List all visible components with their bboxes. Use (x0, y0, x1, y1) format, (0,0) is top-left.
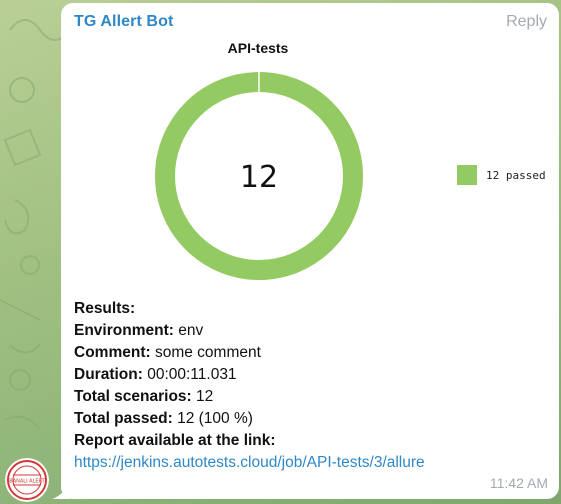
donut-chart: 12 (155, 71, 363, 280)
comment-value: some comment (154, 344, 261, 361)
message-time: 11:42 AM (489, 475, 548, 491)
legend-label: 12 passed (486, 168, 546, 182)
duration-value: 00:00:11.031 (147, 366, 237, 383)
chart-legend: 12 passed (457, 165, 546, 185)
message-bubble: TG Allert Bot Reply API-tests 12 12 pass… (61, 3, 559, 499)
total-passed-value: 12 (100 %) (177, 410, 253, 427)
results-details: Results: Environment: env Comment: some … (74, 298, 425, 474)
sender-name[interactable]: TG Allert Bot (74, 13, 173, 31)
comment-label: Comment: (74, 344, 151, 361)
total-scenarios-value: 12 (196, 388, 214, 405)
legend-swatch (457, 165, 477, 185)
duration-label: Duration: (74, 366, 143, 383)
environment-label: Environment: (74, 322, 174, 339)
donut-center-label: 12 (240, 160, 278, 195)
chart-image[interactable]: API-tests 12 12 passed (61, 37, 559, 287)
reply-button[interactable]: Reply (506, 13, 547, 31)
results-heading: Results: (74, 300, 136, 317)
avatar-stamp-text: BANALI ALERT (9, 479, 45, 485)
report-link[interactable]: https://jenkins.autotests.cloud/job/API-… (74, 454, 425, 471)
environment-value: env (178, 322, 204, 339)
total-scenarios-label: Total scenarios: (74, 388, 192, 405)
total-passed-label: Total passed: (74, 410, 173, 427)
report-label: Report available at the link: (74, 432, 276, 449)
bot-avatar[interactable]: BANALI ALERT (5, 458, 49, 502)
